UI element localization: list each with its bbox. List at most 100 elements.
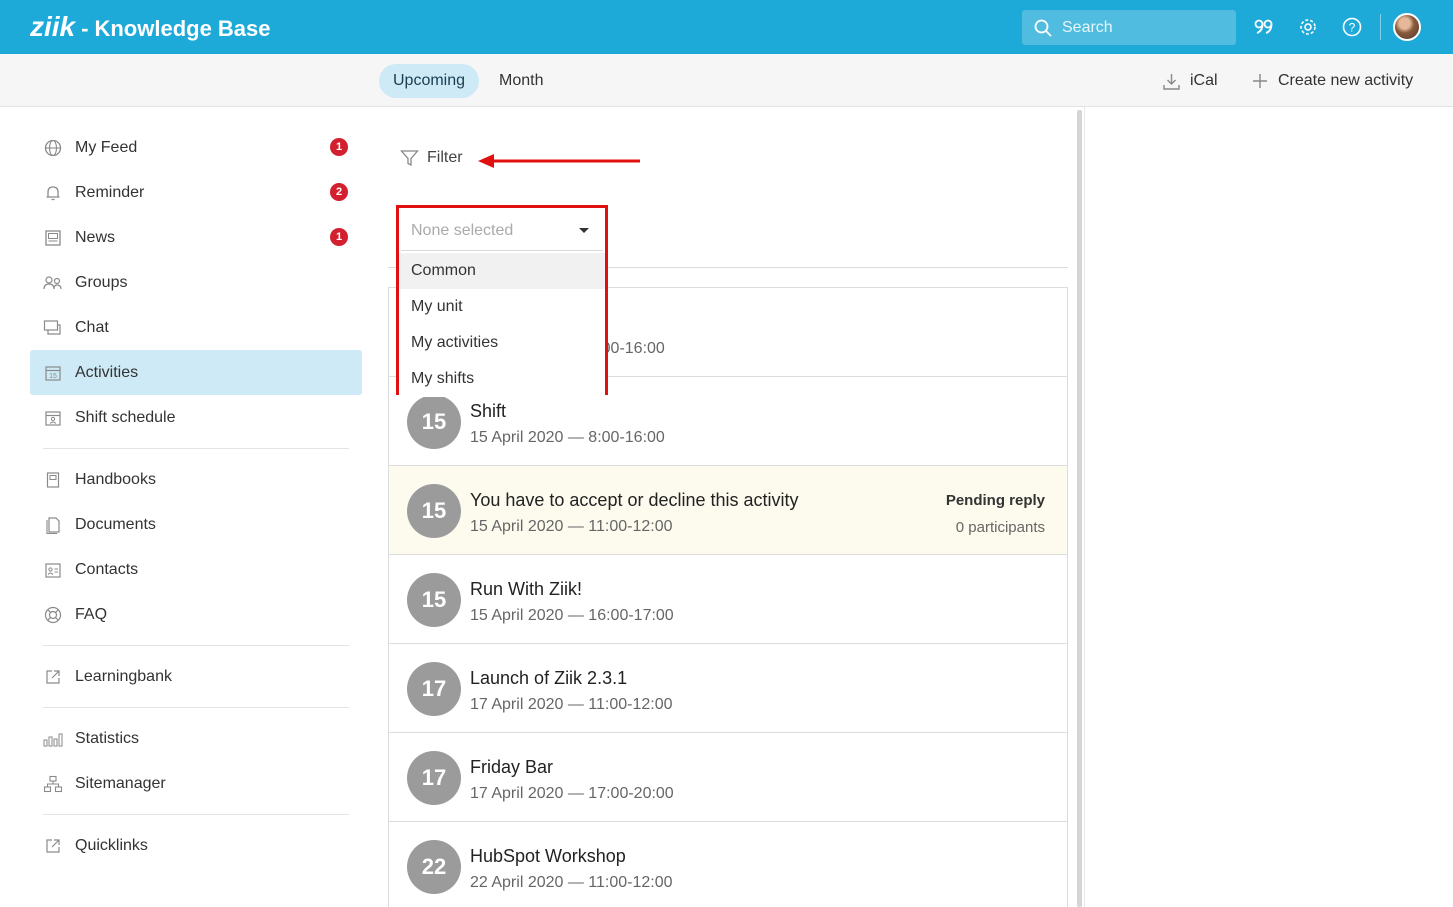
sidebar-item-documents[interactable]: Documents: [30, 502, 362, 547]
search-icon: [1034, 19, 1052, 37]
activity-row-pending[interactable]: 15 You have to accept or decline this ac…: [389, 466, 1067, 555]
participant-count: 0 participants: [955, 519, 1045, 536]
sidebar-item-learningbank[interactable]: Learningbank: [30, 654, 362, 699]
activity-title: Launch of Ziik 2.3.1: [470, 668, 628, 688]
contacts-icon: [43, 560, 63, 580]
create-activity-button[interactable]: Create new activity: [1252, 72, 1413, 90]
funnel-icon: [400, 150, 419, 167]
filter-dropdown-highlight: None selected Common My unit My activiti…: [396, 205, 608, 397]
activity-title: Run With Ziik!: [470, 579, 583, 599]
sidebar-item-groups[interactable]: Groups: [30, 260, 362, 305]
sidebar-item-label: Quicklinks: [75, 836, 148, 854]
tab-upcoming[interactable]: Upcoming: [379, 64, 480, 98]
avatar[interactable]: [1393, 13, 1421, 41]
sidebar-item-sitemanager[interactable]: Sitemanager: [30, 761, 362, 806]
search-input[interactable]: [1062, 18, 1212, 37]
activity-datetime: 17 April 2020 — 17:00-20:00: [470, 785, 674, 802]
download-icon: [1163, 73, 1180, 90]
sidebar-item-label: Statistics: [75, 729, 140, 747]
top-bar: ziik - Knowledge Base ?: [0, 0, 1453, 54]
sidebar-item-shift-schedule[interactable]: Shift schedule: [30, 395, 362, 440]
activity-row[interactable]: 17 Friday Bar 17 April 2020 — 17:00-20:0…: [389, 733, 1067, 822]
sidebar-item-faq[interactable]: FAQ: [30, 592, 362, 637]
date-circle: 17: [407, 662, 461, 716]
sidebar-item-label: Activities: [75, 363, 139, 381]
filter-options: Common My unit My activities My shifts: [399, 253, 605, 397]
date-circle: 15: [407, 484, 461, 538]
sidebar-item-label: Learningbank: [75, 667, 172, 685]
option-my-shifts[interactable]: My shifts: [399, 361, 605, 397]
sidebar-item-contacts[interactable]: Contacts: [30, 547, 362, 592]
help-icon[interactable]: ?: [1341, 16, 1363, 38]
tab-month[interactable]: Month: [485, 64, 557, 98]
pending-status: Pending reply: [945, 492, 1045, 509]
documents-icon: [43, 515, 63, 535]
sidebar-item-label: Groups: [75, 273, 128, 291]
notification-badge: 1: [330, 138, 348, 156]
option-common[interactable]: Common: [399, 253, 605, 289]
app-brand[interactable]: ziik - Knowledge Base: [30, 11, 271, 43]
plus-icon: [1253, 74, 1267, 88]
caret-down-icon: [579, 228, 589, 233]
sidebar-item-label: Chat: [75, 318, 109, 336]
activities-main: Filter None selected Common My unit My a…: [388, 107, 1068, 907]
ical-label: iCal: [1190, 72, 1218, 89]
activity-title: HubSpot Workshop: [470, 846, 626, 866]
date-circle: 15: [407, 395, 461, 449]
app-title: Knowledge Base: [94, 16, 271, 41]
group-icon: [43, 273, 63, 293]
activity-row[interactable]: 17 Launch of Ziik 2.3.1 17 April 2020 — …: [389, 644, 1067, 733]
activity-title: Friday Bar: [470, 757, 554, 777]
sidebar-item-news[interactable]: News 1: [30, 215, 362, 260]
activity-datetime: 15 April 2020 — 11:00-12:00: [470, 518, 673, 535]
sitemap-icon: [43, 774, 63, 794]
sidebar-item-my-feed[interactable]: My Feed 1: [30, 125, 362, 170]
sidebar-item-label: Shift schedule: [75, 408, 176, 426]
sidebar-item-label: FAQ: [75, 605, 108, 623]
date-circle: 22: [407, 840, 461, 894]
sidebar-item-label: Reminder: [75, 183, 145, 201]
create-activity-label: Create new activity: [1278, 72, 1414, 89]
newspaper-icon: [43, 228, 63, 248]
sidebar-item-chat[interactable]: Chat: [30, 305, 362, 350]
activity-row[interactable]: 15 Run With Ziik! 15 April 2020 — 16:00-…: [389, 555, 1067, 644]
activity-datetime: 22 April 2020 — 11:00-12:00: [470, 874, 673, 891]
sidebar-divider: [43, 448, 349, 449]
shift-icon: [43, 408, 63, 428]
sidebar-item-quicklinks[interactable]: Quicklinks: [30, 823, 362, 868]
main-scrollbar[interactable]: [1077, 110, 1082, 907]
right-panel: [1084, 107, 1453, 907]
search-box[interactable]: [1022, 10, 1236, 45]
globe-icon: [43, 138, 63, 158]
top-divider: [1380, 14, 1381, 40]
activity-row[interactable]: 22 HubSpot Workshop 22 April 2020 — 11:0…: [389, 822, 1067, 907]
date-circle: 17: [407, 751, 461, 805]
filter-select[interactable]: None selected: [401, 211, 603, 251]
book-icon: [43, 470, 63, 490]
option-my-activities[interactable]: My activities: [399, 325, 605, 361]
brand-separator: -: [81, 16, 89, 41]
filter-button[interactable]: Filter: [400, 149, 463, 167]
ical-button[interactable]: iCal: [1163, 72, 1218, 90]
sidebar-item-label: Contacts: [75, 560, 139, 578]
sidebar-item-handbooks[interactable]: Handbooks: [30, 457, 362, 502]
external-link-icon: [43, 667, 63, 687]
sidebar-item-statistics[interactable]: Statistics: [30, 716, 362, 761]
annotation-arrow: [478, 154, 640, 168]
option-my-unit[interactable]: My unit: [399, 289, 605, 325]
activity-title: Shift: [470, 401, 507, 421]
notification-badge: 1: [330, 228, 348, 246]
select-placeholder: None selected: [411, 221, 514, 239]
activity-datetime: 15 April 2020 — 16:00-17:00: [470, 607, 674, 624]
gear-icon[interactable]: [1297, 16, 1319, 38]
sidebar-item-label: Sitemanager: [75, 774, 166, 792]
calendar-icon: 15: [43, 363, 63, 383]
activity-datetime: 17 April 2020 — 11:00-12:00: [470, 696, 673, 713]
sidebar-item-activities[interactable]: 15 Activities: [30, 350, 362, 395]
external-link-icon: [43, 836, 63, 856]
sidebar-item-label: My Feed: [75, 138, 138, 156]
sidebar: My Feed 1 Reminder 2 News 1 Groups Chat …: [30, 125, 362, 868]
quote-icon[interactable]: [1253, 16, 1275, 38]
sidebar-item-reminder[interactable]: Reminder 2: [30, 170, 362, 215]
date-circle: 15: [407, 573, 461, 627]
